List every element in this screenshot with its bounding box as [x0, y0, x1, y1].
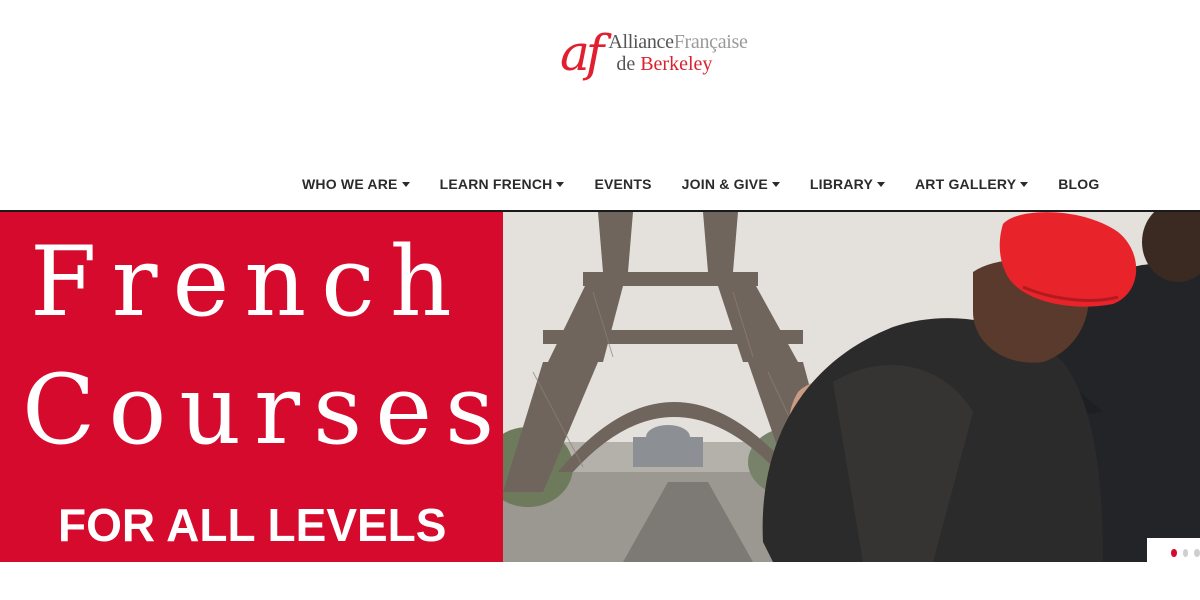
logo-alliance: Alliance [608, 31, 674, 53]
nav-events-label: EVENTS [594, 176, 652, 192]
nav-library[interactable]: LIBRARY [795, 168, 900, 200]
hero-subtitle: FOR ALL LEVELS [58, 499, 447, 551]
nav-blog-label: BLOG [1058, 176, 1100, 192]
nav-who-we-are[interactable]: WHO WE ARE [287, 168, 425, 200]
slide-dot-3[interactable] [1194, 549, 1200, 557]
logo-francaise: Française [673, 31, 748, 53]
nav-art-gallery[interactable]: ART GALLERY [900, 168, 1043, 200]
nav-join-give-label: JOIN & GIVE [681, 176, 768, 192]
main-nav: WHO WE ARE LEARN FRENCH EVENTS JOIN & GI… [287, 168, 1114, 200]
nav-learn-french-label: LEARN FRENCH [439, 176, 553, 192]
logo-line-1: AllianceFrançaise [608, 31, 748, 53]
nav-learn-french[interactable]: LEARN FRENCH [425, 168, 580, 200]
chevron-down-icon [1020, 181, 1029, 187]
chevron-down-icon [771, 181, 780, 187]
logo-af-mark: af [560, 24, 604, 82]
hero-slider[interactable]: French Courses FOR ALL LEVELS [0, 212, 1200, 562]
site-logo[interactable]: af AllianceFrançaise de Berkeley [560, 20, 748, 86]
nav-who-we-are-label: WHO WE ARE [302, 176, 398, 192]
nav-join-give[interactable]: JOIN & GIVE [667, 168, 795, 200]
slider-pagination [1147, 538, 1200, 568]
logo-berkeley: Berkeley [640, 53, 713, 75]
nav-library-label: LIBRARY [809, 176, 873, 192]
slide-dot-2[interactable] [1182, 549, 1189, 557]
chevron-down-icon [877, 181, 885, 187]
hero-photo-illustration [503, 212, 1200, 562]
logo-wordmark: AllianceFrançaise de Berkeley [608, 31, 748, 75]
logo-de: de [616, 53, 636, 75]
hero-text-panel: French Courses FOR ALL LEVELS [0, 212, 503, 562]
hero-photo-eiffel-tower-couple [503, 212, 1200, 562]
logo-line-2: de Berkeley [608, 53, 747, 75]
chevron-down-icon [556, 181, 565, 187]
nav-blog[interactable]: BLOG [1043, 168, 1114, 200]
hero-title-line-2: Courses [22, 354, 508, 466]
hero-title-line-1: French [30, 226, 467, 338]
chevron-down-icon [401, 181, 410, 187]
nav-events[interactable]: EVENTS [579, 168, 666, 200]
nav-art-gallery-label: ART GALLERY [915, 176, 1017, 192]
slide-dot-1[interactable] [1171, 549, 1177, 557]
